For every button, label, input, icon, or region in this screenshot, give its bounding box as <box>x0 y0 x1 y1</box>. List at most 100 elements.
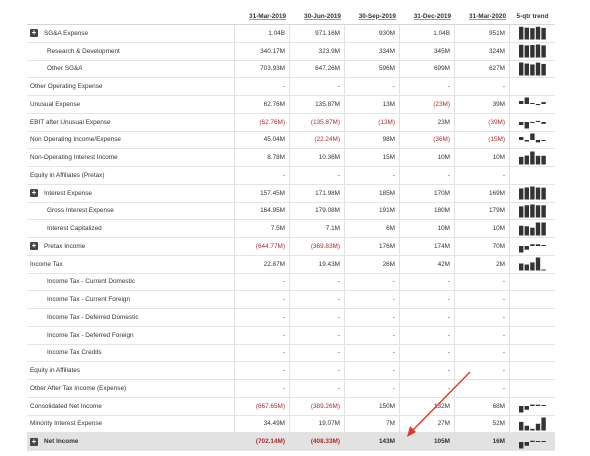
column-header-4[interactable]: 31-Mar-2020 <box>455 13 510 20</box>
row-label: Income Tax Credits <box>47 349 102 357</box>
value-cell: (13M) <box>345 113 400 131</box>
value-cell: - <box>345 309 400 326</box>
value-cell: 170M <box>400 184 455 202</box>
value-cell: 703.93M <box>235 60 290 78</box>
row-label-cell[interactable]: + SG&A Expense <box>27 25 235 42</box>
spark-bar <box>535 440 540 442</box>
spark-bar <box>524 187 529 200</box>
value-cell: (36M) <box>400 131 455 149</box>
row-label-cell[interactable]: + Net Income <box>27 433 235 450</box>
spark-bar <box>540 405 546 407</box>
value-cell: - <box>290 309 345 326</box>
value-cell: 10M <box>455 220 510 237</box>
sparkline-bars <box>518 27 546 40</box>
value-cell: (369.83M) <box>290 238 345 255</box>
table-row: Minority Interest Expense 34.49M 19.07M 7M 2… <box>27 415 555 434</box>
sparkline-bars <box>518 257 546 271</box>
table-row: Income Tax 22.87M 19.43M 26M 42M 2M <box>27 255 555 274</box>
spark-bar <box>524 264 529 271</box>
sparkline-bars <box>518 121 546 129</box>
row-label: Income Tax <box>30 260 63 268</box>
row-label-cell: Gross Interest Expense <box>27 202 235 220</box>
row-label: Interest Expense <box>44 189 92 197</box>
spark-bar <box>535 104 540 106</box>
table-row: Interest Capitalized 7.5M 7.1M 6M 10M 10M <box>27 220 555 238</box>
value-cell: 324M <box>455 42 510 60</box>
row-label-cell[interactable]: + Pretax Income <box>27 238 235 255</box>
plus-box-icon[interactable]: + <box>30 437 38 446</box>
trend-cell <box>510 78 555 95</box>
value-cell: 930M <box>345 25 400 42</box>
value-cell: - <box>235 309 290 326</box>
row-label-cell: Other Operating Expense <box>27 78 235 95</box>
spark-bar <box>529 45 535 58</box>
spark-bar <box>529 133 535 140</box>
spark-bar <box>529 151 535 165</box>
table-body: + SG&A Expense 1.04B 971.16M 930M 1.04B 951M Re… <box>27 25 555 451</box>
spark-bar <box>529 28 535 40</box>
value-cell: 135.87M <box>290 96 345 113</box>
value-cell: - <box>455 344 510 362</box>
value-cell: 39M <box>455 96 510 113</box>
spark-bar <box>529 103 535 105</box>
row-label: Other After Tax Income (Expense) <box>30 384 127 392</box>
value-cell: 179.08M <box>290 202 345 220</box>
column-header-3[interactable]: 31-Dec-2019 <box>400 13 455 20</box>
row-label: Other SG&A <box>47 65 83 73</box>
trend-cell <box>510 416 555 433</box>
spark-bar <box>540 205 546 218</box>
trend-cell <box>510 345 555 362</box>
row-label: Income Tax - Deferred Domestic <box>47 313 139 321</box>
value-cell: - <box>345 273 400 291</box>
table-header: 31-Mar-2019 30-Jun-2019 30-Sep-2019 31-Dec-… <box>27 8 555 25</box>
sparkline-bars <box>518 440 546 449</box>
trend-cell <box>510 96 555 113</box>
spark-bar <box>518 246 523 253</box>
sparkline-bars <box>518 44 546 58</box>
spark-bar <box>529 404 535 407</box>
value-cell: - <box>290 380 345 397</box>
column-header-0[interactable]: 31-Mar-2019 <box>235 13 290 20</box>
value-cell: - <box>345 167 400 184</box>
row-label: Unusual Expense <box>30 100 81 108</box>
spark-bar <box>540 269 546 271</box>
value-cell: - <box>455 380 510 397</box>
spark-bar <box>535 121 540 123</box>
value-cell: (408.33M) <box>290 433 345 450</box>
value-cell: 323.9M <box>290 42 345 60</box>
value-cell: 105M <box>400 433 455 450</box>
value-cell: - <box>345 362 400 379</box>
spark-bar <box>540 245 546 247</box>
row-label: SG&A Expense <box>44 29 89 37</box>
row-label-cell[interactable]: + Interest Expense <box>27 184 235 202</box>
table-row: Income Tax - Current Foreign - - - - - <box>27 291 555 309</box>
table-row: Gross Interest Expense 164.95M 179.08M 191M… <box>27 202 555 221</box>
spark-bar <box>529 186 535 200</box>
value-cell: - <box>290 344 345 362</box>
plus-box-icon[interactable]: + <box>30 189 38 198</box>
value-cell: 647.26M <box>290 60 345 78</box>
trend-cell <box>510 25 555 42</box>
value-cell: 45.04M <box>235 131 290 149</box>
value-cell: 132M <box>400 397 455 415</box>
spark-bar <box>524 225 529 236</box>
sparkline-bars <box>518 222 546 236</box>
column-header-1[interactable]: 30-Jun-2019 <box>290 13 345 20</box>
plus-box-icon[interactable]: + <box>30 29 38 38</box>
row-label: Equity in Affiliates (Pretax) <box>30 171 105 179</box>
value-cell: 7M <box>345 415 400 433</box>
value-cell: - <box>235 344 290 362</box>
row-label: Gross Interest Expense <box>47 207 114 215</box>
trend-cell <box>510 309 555 326</box>
table-row: Research & Development 340.17M 323.9M 334M 3… <box>27 42 555 61</box>
value-cell: 971.16M <box>290 25 345 42</box>
value-cell: 951M <box>455 25 510 42</box>
column-header-2[interactable]: 30-Sep-2019 <box>345 13 400 20</box>
plus-box-icon[interactable]: + <box>30 242 38 251</box>
value-cell: - <box>290 273 345 291</box>
value-cell: 23M <box>400 113 455 131</box>
value-cell: - <box>455 362 510 379</box>
value-cell: - <box>400 167 455 184</box>
row-label-cell: Income Tax Credits <box>27 344 235 362</box>
table-row: EBIT after Unusual Expense (62.76M) (135.8… <box>27 113 555 132</box>
